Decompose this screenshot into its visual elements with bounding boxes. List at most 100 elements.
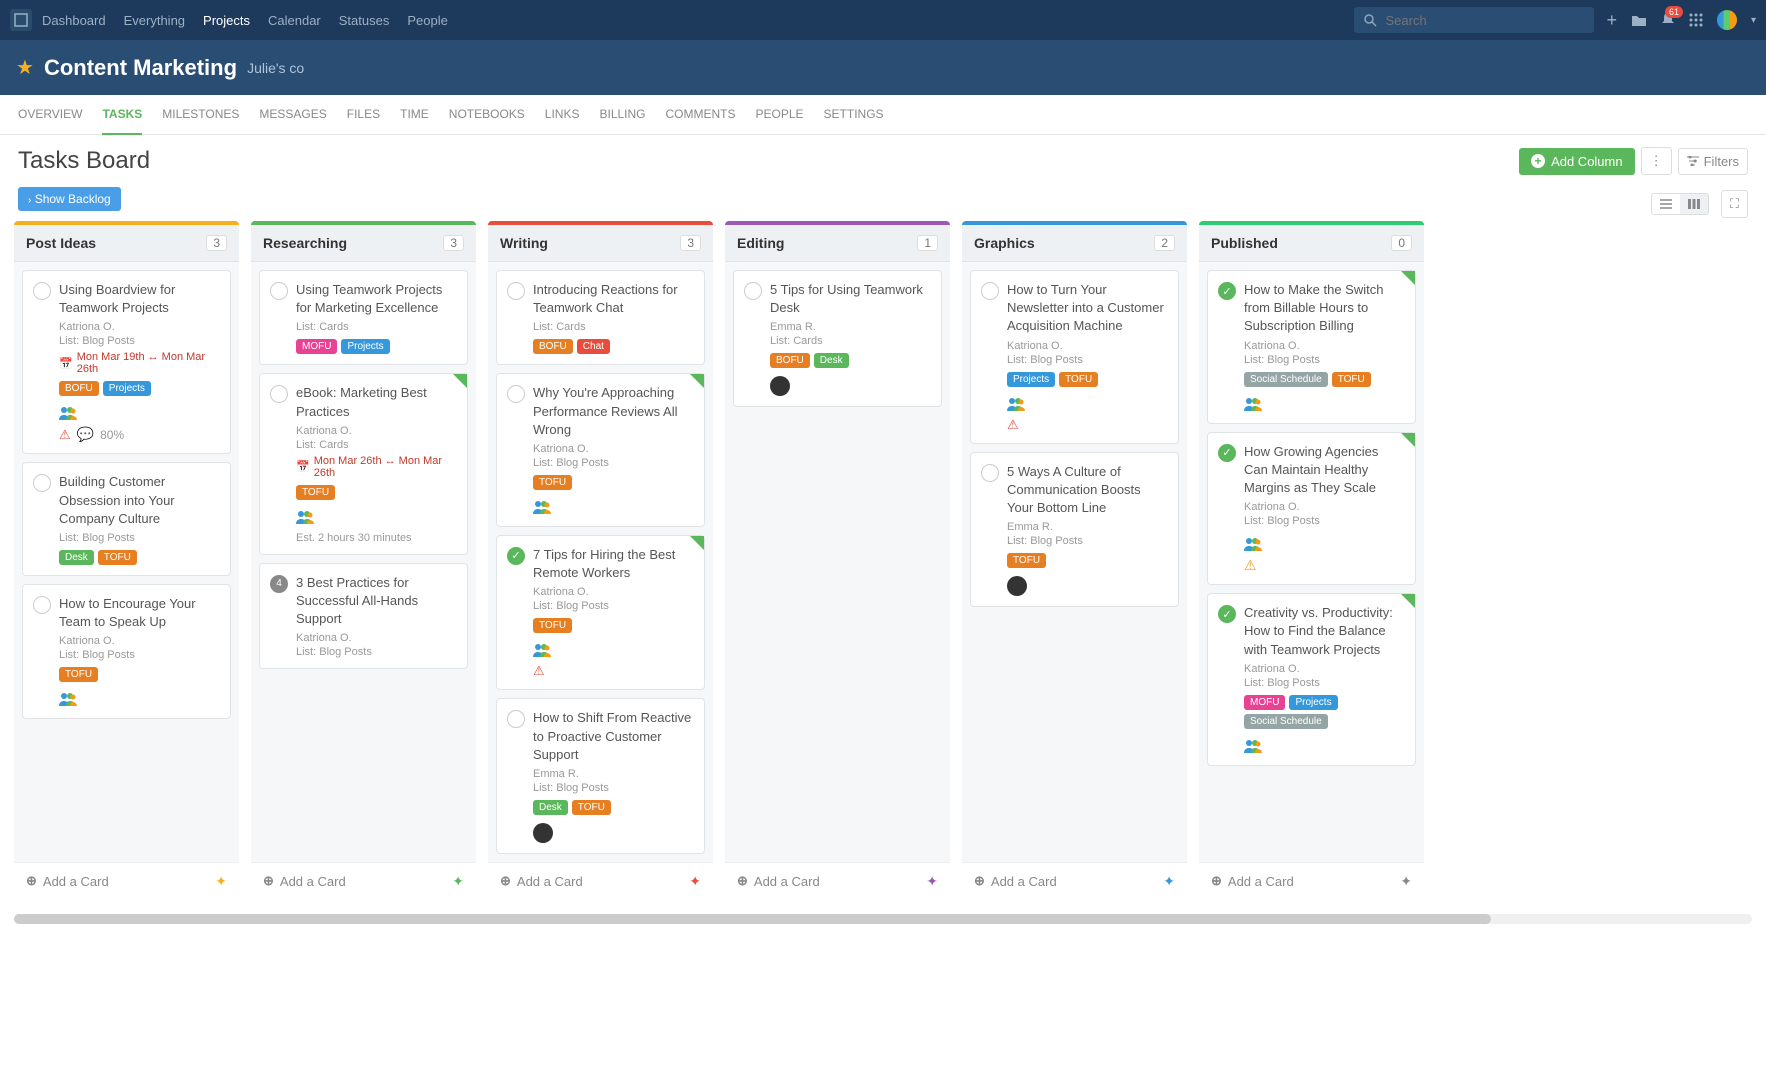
bell-icon[interactable] (1661, 12, 1675, 28)
task-card[interactable]: ✓Creativity vs. Productivity: How to Fin… (1207, 593, 1416, 766)
check-circle[interactable] (981, 464, 999, 482)
assignees-icon[interactable] (59, 404, 77, 422)
tab-messages[interactable]: MESSAGES (259, 95, 326, 135)
column-header[interactable]: Published0 (1199, 225, 1424, 262)
board-view-button[interactable] (1680, 194, 1708, 214)
check-circle[interactable] (507, 710, 525, 728)
add-card-button[interactable]: ⊕Add a Card✦ (14, 862, 239, 900)
quick-add-icon[interactable]: ✦ (215, 873, 227, 890)
quick-add-icon[interactable]: ✦ (926, 873, 938, 890)
nav-projects[interactable]: Projects (203, 13, 250, 28)
tab-settings[interactable]: SETTINGS (824, 95, 884, 135)
assignees-icon[interactable] (296, 508, 314, 526)
list-view-button[interactable] (1652, 194, 1680, 214)
star-icon[interactable]: ★ (16, 55, 34, 80)
task-card[interactable]: How to Encourage Your Team to Speak UpKa… (22, 584, 231, 719)
check-circle[interactable] (33, 596, 51, 614)
task-card[interactable]: 43 Best Practices for Successful All-Han… (259, 563, 468, 670)
tab-billing[interactable]: BILLING (599, 95, 645, 135)
avatar[interactable] (1007, 576, 1027, 596)
tab-files[interactable]: FILES (347, 95, 380, 135)
task-card[interactable]: How to Shift From Reactive to Proactive … (496, 698, 705, 854)
add-card-button[interactable]: ⊕Add a Card✦ (251, 862, 476, 900)
task-card[interactable]: ✓How Growing Agencies Can Maintain Healt… (1207, 432, 1416, 586)
show-backlog-button[interactable]: › Show Backlog (18, 187, 121, 211)
add-card-button[interactable]: ⊕Add a Card✦ (725, 862, 950, 900)
add-column-button[interactable]: +Add Column (1519, 148, 1635, 175)
task-card[interactable]: 5 Tips for Using Teamwork DeskEmma R.Lis… (733, 270, 942, 407)
check-circle[interactable] (507, 385, 525, 403)
assignees-icon[interactable] (1244, 737, 1262, 755)
assignees-icon[interactable] (1007, 395, 1025, 413)
tab-tasks[interactable]: TASKS (102, 95, 142, 135)
tab-people[interactable]: PEOPLE (756, 95, 804, 135)
card-title: Using Boardview for Teamwork Projects (59, 281, 220, 317)
assignees-icon[interactable] (59, 690, 77, 708)
task-card[interactable]: Using Teamwork Projects for Marketing Ex… (259, 270, 468, 365)
quick-add-icon[interactable]: ✦ (1400, 873, 1412, 890)
check-circle[interactable] (270, 282, 288, 300)
column-header[interactable]: Post Ideas3 (14, 225, 239, 262)
tab-overview[interactable]: OVERVIEW (18, 95, 82, 135)
add-icon[interactable]: + (1606, 10, 1617, 31)
nav-calendar[interactable]: Calendar (268, 13, 321, 28)
check-circle[interactable] (744, 282, 762, 300)
avatar[interactable] (533, 823, 553, 843)
task-card[interactable]: Why You're Approaching Performance Revie… (496, 373, 705, 527)
tab-time[interactable]: TIME (400, 95, 429, 135)
check-circle-done[interactable]: ✓ (1218, 605, 1236, 623)
warning-icon: ⚠ (533, 663, 545, 679)
filters-button[interactable]: Filters (1678, 148, 1748, 175)
add-card-button[interactable]: ⊕Add a Card✦ (962, 862, 1187, 900)
add-card-button[interactable]: ⊕Add a Card✦ (1199, 862, 1424, 900)
check-circle[interactable] (270, 385, 288, 403)
quick-add-icon[interactable]: ✦ (452, 873, 464, 890)
tab-notebooks[interactable]: NOTEBOOKS (449, 95, 525, 135)
task-card[interactable]: 5 Ways A Culture of Communication Boosts… (970, 452, 1179, 608)
add-card-button[interactable]: ⊕Add a Card✦ (488, 862, 713, 900)
apps-icon[interactable] (1689, 13, 1703, 27)
task-card[interactable]: eBook: Marketing Best PracticesKatriona … (259, 373, 468, 554)
task-card[interactable]: How to Turn Your Newsletter into a Custo… (970, 270, 1179, 444)
check-circle[interactable] (33, 474, 51, 492)
check-circle-done[interactable]: ✓ (507, 547, 525, 565)
task-card[interactable]: ✓How to Make the Switch from Billable Ho… (1207, 270, 1416, 424)
more-button[interactable]: ⋮ (1641, 147, 1672, 175)
column-header[interactable]: Editing1 (725, 225, 950, 262)
check-circle-done[interactable]: ✓ (1218, 444, 1236, 462)
assignees-icon[interactable] (533, 641, 551, 659)
chevron-down-icon[interactable]: ▾ (1751, 15, 1756, 26)
assignees-icon[interactable] (1244, 395, 1262, 413)
nav-people[interactable]: People (407, 13, 447, 28)
nav-everything[interactable]: Everything (124, 13, 185, 28)
task-card[interactable]: Using Boardview for Teamwork ProjectsKat… (22, 270, 231, 454)
assignees-icon[interactable] (1244, 535, 1262, 553)
tab-links[interactable]: LINKS (545, 95, 580, 135)
nav-dashboard[interactable]: Dashboard (42, 13, 106, 28)
folder-icon[interactable] (1631, 13, 1647, 27)
check-circle[interactable] (507, 282, 525, 300)
task-card[interactable]: Building Customer Obsession into Your Co… (22, 462, 231, 576)
check-badge[interactable]: 4 (270, 575, 288, 593)
column-header[interactable]: Researching3 (251, 225, 476, 262)
check-circle-done[interactable]: ✓ (1218, 282, 1236, 300)
search-input[interactable] (1385, 13, 1584, 28)
check-circle[interactable] (33, 282, 51, 300)
quick-add-icon[interactable]: ✦ (689, 873, 701, 890)
task-card[interactable]: ✓7 Tips for Hiring the Best Remote Worke… (496, 535, 705, 690)
horizontal-scrollbar[interactable] (14, 914, 1752, 924)
search-input-wrap[interactable] (1354, 7, 1594, 33)
quick-add-icon[interactable]: ✦ (1163, 873, 1175, 890)
avatar[interactable] (770, 376, 790, 396)
tab-milestones[interactable]: MILESTONES (162, 95, 239, 135)
fullscreen-button[interactable]: ⛶ (1721, 190, 1748, 218)
avatar[interactable] (1717, 10, 1737, 30)
nav-statuses[interactable]: Statuses (339, 13, 390, 28)
column-header[interactable]: Writing3 (488, 225, 713, 262)
tab-comments[interactable]: COMMENTS (666, 95, 736, 135)
task-card[interactable]: Introducing Reactions for Teamwork ChatL… (496, 270, 705, 365)
logo-icon[interactable] (10, 9, 32, 31)
assignees-icon[interactable] (533, 498, 551, 516)
column-header[interactable]: Graphics2 (962, 225, 1187, 262)
check-circle[interactable] (981, 282, 999, 300)
